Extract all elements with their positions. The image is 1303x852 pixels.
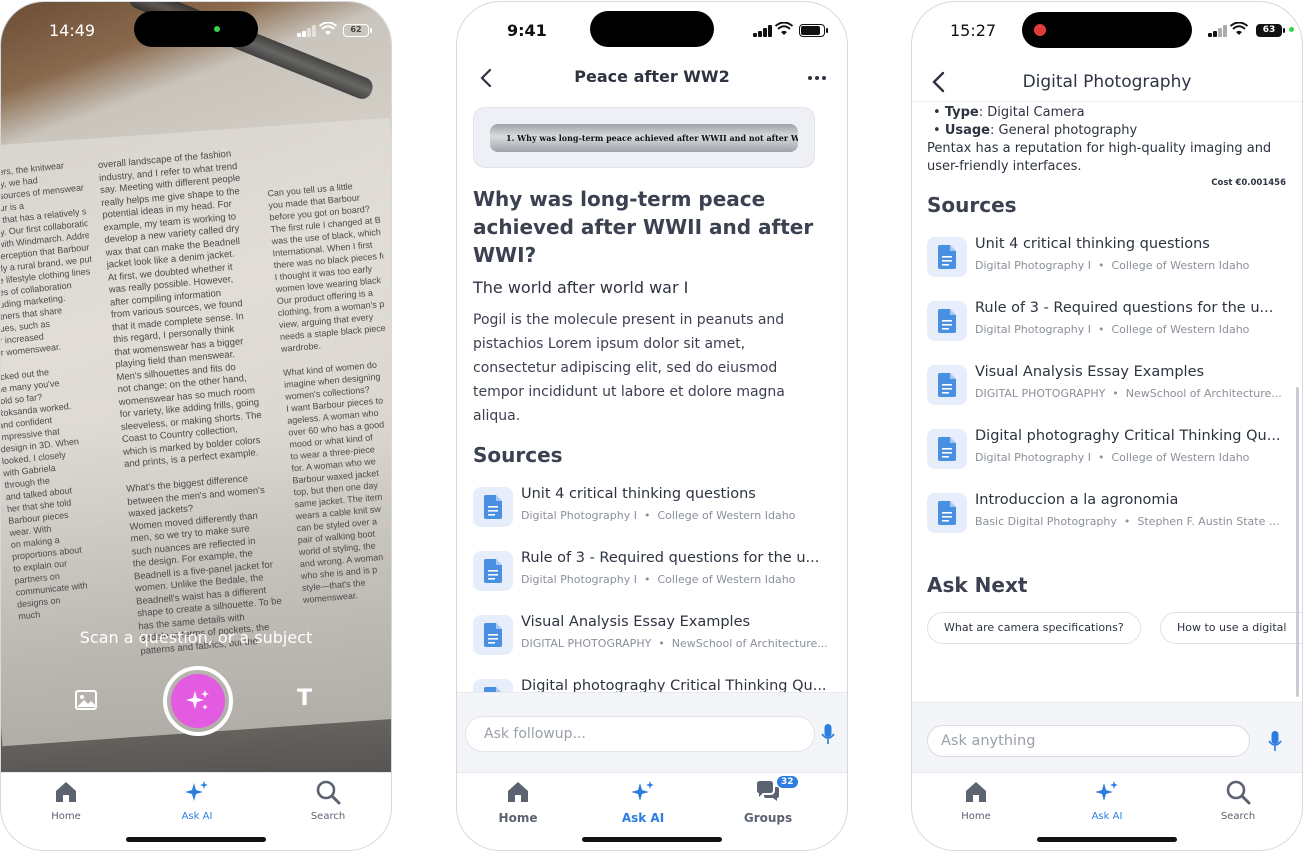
dynamic-island [590, 11, 714, 47]
status-bar: 14:49 62 [1, 2, 391, 58]
battery-icon: 63 [1256, 24, 1285, 37]
cost-label: Cost €0.001456 [1211, 178, 1286, 188]
answer-subheading: The world after world war I [473, 278, 689, 297]
dynamic-island [134, 11, 258, 47]
scan-prompt: Scan a question, or a subject [79, 628, 313, 647]
document-icon [927, 301, 967, 341]
page-title: Peace after WW2 [574, 67, 730, 86]
microphone-icon[interactable] [821, 724, 835, 746]
text-icon[interactable]: T [297, 686, 312, 711]
tab-home[interactable]: Home [468, 779, 568, 825]
search-icon [1226, 780, 1251, 805]
nav-bar: Digital Photography [912, 62, 1302, 102]
home-icon [508, 782, 528, 802]
signal-icon [753, 25, 773, 37]
signal-icon [297, 25, 317, 37]
sources-heading: Sources [473, 443, 563, 467]
home-indicator [126, 837, 266, 842]
tab-ask-ai[interactable]: Ask AI [1057, 779, 1157, 822]
followup-input[interactable]: Ask followup... [465, 716, 815, 752]
source-item[interactable]: Unit 4 critical thinking questions Digit… [473, 485, 833, 535]
status-bar: 9:41 [457, 2, 847, 58]
battery-icon: 62 [343, 24, 372, 37]
source-item[interactable]: Visual Analysis Essay Examples DIGITAL P… [473, 613, 833, 663]
tab-bar: Home Ask AI 32 Groups [457, 772, 847, 850]
scanned-question-thumbnail[interactable]: 1. Why was long-term peace achieved afte… [473, 107, 815, 168]
page-title: Digital Photography [1022, 72, 1192, 92]
tab-bar: Home Ask AI Search [1, 772, 391, 850]
scrollbar[interactable] [1296, 387, 1299, 697]
status-time: 15:27 [950, 21, 997, 40]
tab-home[interactable]: Home [16, 779, 116, 822]
camera-viewfinder[interactable]: shoulders, the knitwear industry, we had… [1, 2, 391, 772]
home-icon [966, 782, 986, 802]
question-title: Why was long-term peace achieved after W… [473, 187, 814, 267]
status-bar: 15:27 63 [912, 2, 1302, 58]
source-item[interactable]: Rule of 3 - Required questions for the u… [473, 549, 833, 599]
tab-groups[interactable]: 32 Groups [718, 775, 818, 825]
privacy-dot [1289, 27, 1294, 32]
camera-active-dot [214, 26, 220, 32]
scanned-text: 1. Why was long-term peace achieved afte… [490, 124, 798, 152]
tab-home[interactable]: Home [926, 779, 1026, 822]
camera-controls: T [1, 666, 391, 736]
sparkle-icon [185, 781, 208, 801]
suggestion-chip[interactable]: What are camera specifications? [927, 612, 1141, 644]
source-item[interactable]: Rule of 3 - Required questions for the u… [927, 299, 1287, 349]
answer-body: Pogil is the molecule present in peanuts… [473, 312, 785, 424]
source-item[interactable]: Visual Analysis Essay Examples DIGITAL P… [927, 363, 1287, 413]
document-icon [927, 237, 967, 277]
detail-type: • Type: Digital Camera [933, 105, 1085, 120]
wifi-icon [1230, 22, 1248, 35]
source-item[interactable]: Introduccion a la agronomia Basic Digita… [927, 491, 1287, 541]
search-icon [316, 780, 341, 805]
home-indicator [1037, 837, 1177, 842]
tab-bar: Home Ask AI Search [912, 772, 1302, 850]
home-icon [56, 782, 76, 802]
recording-icon [1034, 24, 1046, 36]
microphone-icon[interactable] [1268, 731, 1282, 753]
wifi-icon [775, 22, 793, 35]
document-icon [473, 615, 513, 655]
source-item[interactable]: Digital photograghy Critical Thinking Qu… [927, 427, 1287, 477]
answer-summary: Pentax has a reputation for high-quality… [927, 141, 1272, 174]
source-item[interactable]: Unit 4 critical thinking questions Digit… [927, 235, 1287, 285]
shutter-button[interactable] [163, 666, 233, 736]
tab-search[interactable]: Search [1188, 779, 1288, 822]
groups-badge: 32 [776, 775, 799, 789]
sources-heading: Sources [927, 193, 1017, 217]
sparkle-icon [631, 781, 654, 801]
tab-ask-ai[interactable]: Ask AI [147, 779, 247, 822]
document-icon [927, 429, 967, 469]
document-icon [473, 487, 513, 527]
more-icon[interactable] [805, 66, 829, 90]
nav-bar: Peace after WW2 [457, 58, 847, 98]
dynamic-island [1022, 12, 1192, 48]
answer-details: • Type: Digital Camera • Usage: General … [927, 104, 1287, 176]
sparkle-icon [186, 690, 209, 710]
wifi-icon [319, 22, 337, 35]
document-icon [927, 493, 967, 533]
home-indicator [582, 837, 722, 842]
document-icon [927, 365, 967, 405]
phone-camera-screen: shoulders, the knitwear industry, we had… [0, 1, 392, 851]
sparkle-icon [1095, 781, 1118, 801]
battery-icon [799, 24, 828, 37]
status-time: 14:49 [49, 21, 96, 40]
ask-input[interactable]: Ask anything [927, 725, 1250, 757]
phone-sources-screen: 15:27 63 Digital Photography • Type: Dig… [911, 1, 1303, 851]
suggestion-chip[interactable]: How to use a digital [1160, 612, 1302, 644]
detail-usage: • Usage: General photography [933, 123, 1138, 138]
tab-search[interactable]: Search [278, 779, 378, 822]
phone-answer-screen: 9:41 Peace after WW2 1. Why was long-ter… [456, 1, 848, 851]
image-icon[interactable] [75, 690, 97, 710]
document-icon [473, 551, 513, 591]
status-time: 9:41 [507, 21, 547, 40]
ask-next-heading: Ask Next [927, 573, 1028, 597]
signal-icon [1208, 25, 1228, 37]
tab-ask-ai[interactable]: Ask AI [593, 779, 693, 825]
